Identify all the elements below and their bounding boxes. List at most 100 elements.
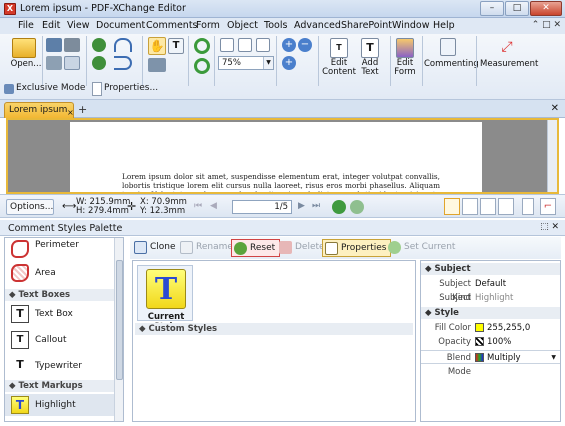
highlight-icon: T <box>11 396 29 414</box>
scan-icon[interactable] <box>64 38 80 52</box>
style-section-header[interactable]: ◆ Style <box>421 307 560 319</box>
menu-document[interactable]: Document <box>96 20 145 31</box>
custom-styles-header[interactable]: ◆ Custom Styles <box>135 323 413 335</box>
list-scroll-thumb[interactable] <box>116 260 123 380</box>
palette-controls[interactable]: ⬚ ✕ <box>540 222 559 232</box>
go-forward-icon[interactable] <box>350 200 364 214</box>
clone-button[interactable]: Clone <box>132 239 180 257</box>
menu-tools[interactable]: Tools <box>264 20 287 31</box>
select-text-icon[interactable]: T <box>168 38 184 54</box>
print-icon[interactable] <box>46 56 62 70</box>
prop-subject[interactable]: Subject Highlight <box>421 291 560 305</box>
prop-blend-mode[interactable]: Blend Mode Multiply ▼ <box>421 350 560 377</box>
ribbon-controls[interactable]: ⌃ □ ✕ <box>532 20 561 30</box>
email-icon[interactable] <box>64 56 80 70</box>
measurement-button[interactable]: Measurement <box>480 60 538 69</box>
page-number-input[interactable]: 1/5 <box>232 200 292 214</box>
menu-advanced[interactable]: Advanced <box>294 20 341 31</box>
list-item-perimeter[interactable]: Perimeter <box>5 238 115 260</box>
pdf-page[interactable]: Lorem ipsum dolor sit amet, suspendisse … <box>70 122 482 192</box>
menu-file[interactable]: File <box>18 20 34 31</box>
document-view[interactable]: Lorem ipsum dolor sit amet, suspendisse … <box>6 118 559 194</box>
prev-page-icon[interactable]: ◀ <box>210 201 217 211</box>
menu-sharepoint[interactable]: SharePoint <box>341 20 392 31</box>
subject-section-header[interactable]: ◆ Subject <box>421 263 560 275</box>
go-back-icon[interactable] <box>332 200 346 214</box>
add-text-icon[interactable]: T <box>361 38 379 58</box>
fit-page-icon[interactable] <box>238 38 252 52</box>
menu-help[interactable]: Help <box>433 20 455 31</box>
zoom-out-icon[interactable]: − <box>298 38 312 52</box>
fit-width-icon[interactable] <box>256 38 270 52</box>
prop-subject-kind[interactable]: Subject Kind Default <box>421 277 560 303</box>
options-button[interactable]: Options... <box>6 199 54 215</box>
rename-button[interactable]: Rename <box>178 239 237 257</box>
next-page-icon[interactable]: ▶ <box>298 201 305 211</box>
menu-window[interactable]: Window <box>392 20 429 31</box>
split-view-icon[interactable] <box>522 198 534 215</box>
delete-button[interactable]: Delete <box>277 239 329 257</box>
facing-view-icon[interactable] <box>480 198 496 215</box>
edit-form-button[interactable]: Edit Form <box>388 59 422 77</box>
exclusive-mode-button[interactable]: Exclusive Mode <box>16 83 85 93</box>
rotate-left-icon[interactable] <box>194 38 210 54</box>
measurement-icon[interactable]: ⤢ <box>498 38 516 56</box>
last-page-icon[interactable]: ⏭ <box>312 201 320 211</box>
first-page-icon[interactable]: ⏮ <box>194 201 202 211</box>
zoom-in-icon[interactable]: + <box>282 38 296 52</box>
snapshot-icon[interactable] <box>148 58 166 72</box>
group-text-markups[interactable]: ◆ Text Markups <box>5 380 115 392</box>
fill-color-swatch[interactable] <box>475 323 484 332</box>
current-style-tile[interactable]: T Current Style <box>137 265 193 332</box>
commenting-button[interactable]: Commenting <box>424 60 479 69</box>
save-icon[interactable] <box>46 38 62 52</box>
commenting-icon[interactable] <box>440 38 456 56</box>
tab-lorem-ipsum[interactable]: Lorem ipsum × <box>4 102 74 118</box>
properties-toggle-button[interactable]: Properties <box>322 239 392 257</box>
continuous-view-icon[interactable] <box>462 198 478 215</box>
single-page-view-icon[interactable] <box>444 198 460 215</box>
menu-comments[interactable]: Comments <box>146 20 198 31</box>
actual-size-icon[interactable] <box>220 38 234 52</box>
prop-opacity[interactable]: Opacity 100% <box>421 335 560 349</box>
chevron-down-icon[interactable]: ▼ <box>551 351 556 365</box>
facing-continuous-view-icon[interactable] <box>498 198 514 215</box>
close-window-button[interactable]: ✕ <box>530 1 562 16</box>
group-text-boxes[interactable]: ◆ Text Boxes <box>5 289 115 301</box>
prop-fill-color[interactable]: Fill Color 255,255,0 <box>421 321 560 335</box>
redo-icon[interactable] <box>114 56 132 70</box>
list-item-callout[interactable]: T Callout <box>5 329 115 351</box>
list-item-highlight[interactable]: T Highlight <box>5 394 115 416</box>
menu-edit[interactable]: Edit <box>42 20 60 31</box>
zoom-tool-icon[interactable]: + <box>282 56 296 70</box>
edit-form-icon[interactable] <box>396 38 414 58</box>
add-text-button[interactable]: Add Text <box>352 59 388 77</box>
list-item-area[interactable]: Area <box>5 262 115 284</box>
edit-content-icon[interactable]: T <box>330 38 348 58</box>
menu-view[interactable]: View <box>67 20 90 31</box>
open-button[interactable]: Open... <box>6 60 46 69</box>
open-folder-icon[interactable] <box>12 38 36 58</box>
vertical-scrollbar[interactable] <box>547 120 557 192</box>
properties-button[interactable]: Properties... <box>104 83 158 93</box>
undo-icon[interactable] <box>114 38 132 52</box>
pdf-icon[interactable]: ⌐ <box>540 198 556 215</box>
menu-object[interactable]: Object <box>227 20 258 31</box>
forward-icon[interactable] <box>92 56 106 70</box>
list-item-text-box[interactable]: T Text Box <box>5 303 115 325</box>
hand-tool-icon[interactable]: ✋ <box>148 37 166 55</box>
minimize-button[interactable]: – <box>480 1 504 16</box>
list-scrollbar[interactable] <box>114 238 123 421</box>
zoom-level-select[interactable]: 75% ▼ <box>218 56 274 70</box>
maximize-button[interactable]: □ <box>505 1 529 16</box>
back-icon[interactable] <box>92 38 106 52</box>
close-all-tabs-button[interactable]: ✕ <box>551 103 559 114</box>
set-current-button[interactable]: Set Current <box>386 239 459 257</box>
list-item-typewriter[interactable]: T Typewriter <box>5 355 115 377</box>
properties-sheet-icon <box>325 242 338 255</box>
rotate-right-icon[interactable] <box>194 58 210 74</box>
reset-button[interactable]: Reset <box>231 239 281 257</box>
menu-form[interactable]: Form <box>196 20 220 31</box>
new-tab-button[interactable]: + <box>78 103 87 116</box>
chevron-down-icon[interactable]: ▼ <box>263 57 273 69</box>
